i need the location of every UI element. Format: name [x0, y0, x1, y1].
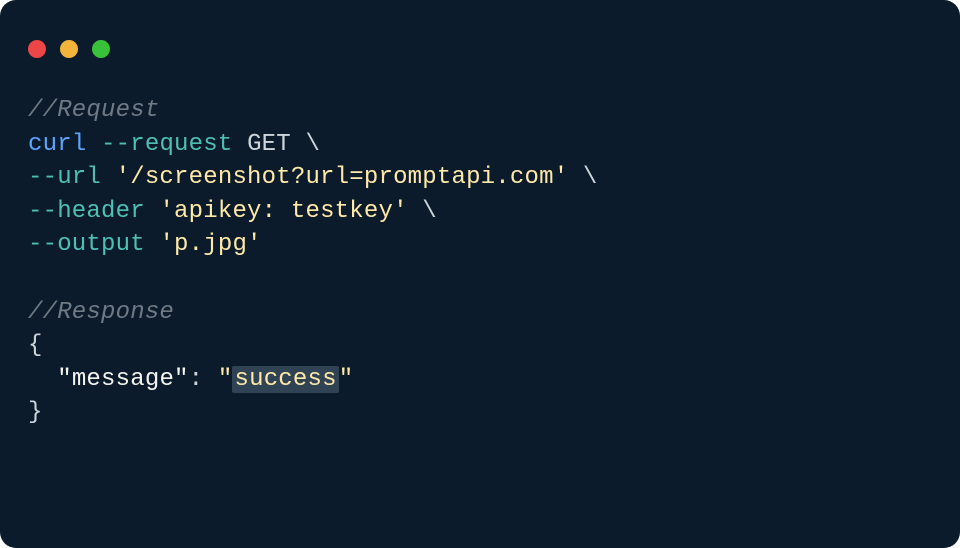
- curl-command: curl: [28, 131, 86, 158]
- window-titlebar: [0, 0, 960, 74]
- json-key-message: message: [72, 366, 174, 393]
- json-key-quote-open: ": [57, 366, 72, 393]
- line-cont-2: \: [583, 164, 598, 191]
- code-pre: //Request curl --request GET \ --url '/s…: [28, 94, 932, 430]
- line-cont-3: \: [422, 198, 437, 225]
- window-minimize-icon[interactable]: [60, 40, 78, 58]
- json-val-quote-close: ": [339, 366, 354, 393]
- json-value-success: success: [232, 366, 338, 393]
- http-method: GET: [247, 131, 291, 158]
- window-close-icon[interactable]: [28, 40, 46, 58]
- code-block: //Request curl --request GET \ --url '/s…: [0, 74, 960, 430]
- header-string: 'apikey: testkey': [159, 198, 407, 225]
- json-val-quote-open: ": [218, 366, 233, 393]
- terminal-window: //Request curl --request GET \ --url '/s…: [0, 0, 960, 548]
- line-cont-1: \: [305, 131, 320, 158]
- output-string: 'p.jpg': [159, 231, 261, 258]
- json-key-quote-close: ": [174, 366, 189, 393]
- url-string: '/screenshot?url=promptapi.com': [116, 164, 569, 191]
- flag-output: --output: [28, 231, 145, 258]
- json-colon: :: [189, 366, 218, 393]
- json-open-brace: {: [28, 332, 43, 359]
- response-comment: //Response: [28, 299, 174, 326]
- flag-url: --url: [28, 164, 101, 191]
- flag-request: --request: [101, 131, 232, 158]
- request-comment: //Request: [28, 97, 159, 124]
- flag-header: --header: [28, 198, 145, 225]
- json-close-brace: }: [28, 399, 43, 426]
- window-zoom-icon[interactable]: [92, 40, 110, 58]
